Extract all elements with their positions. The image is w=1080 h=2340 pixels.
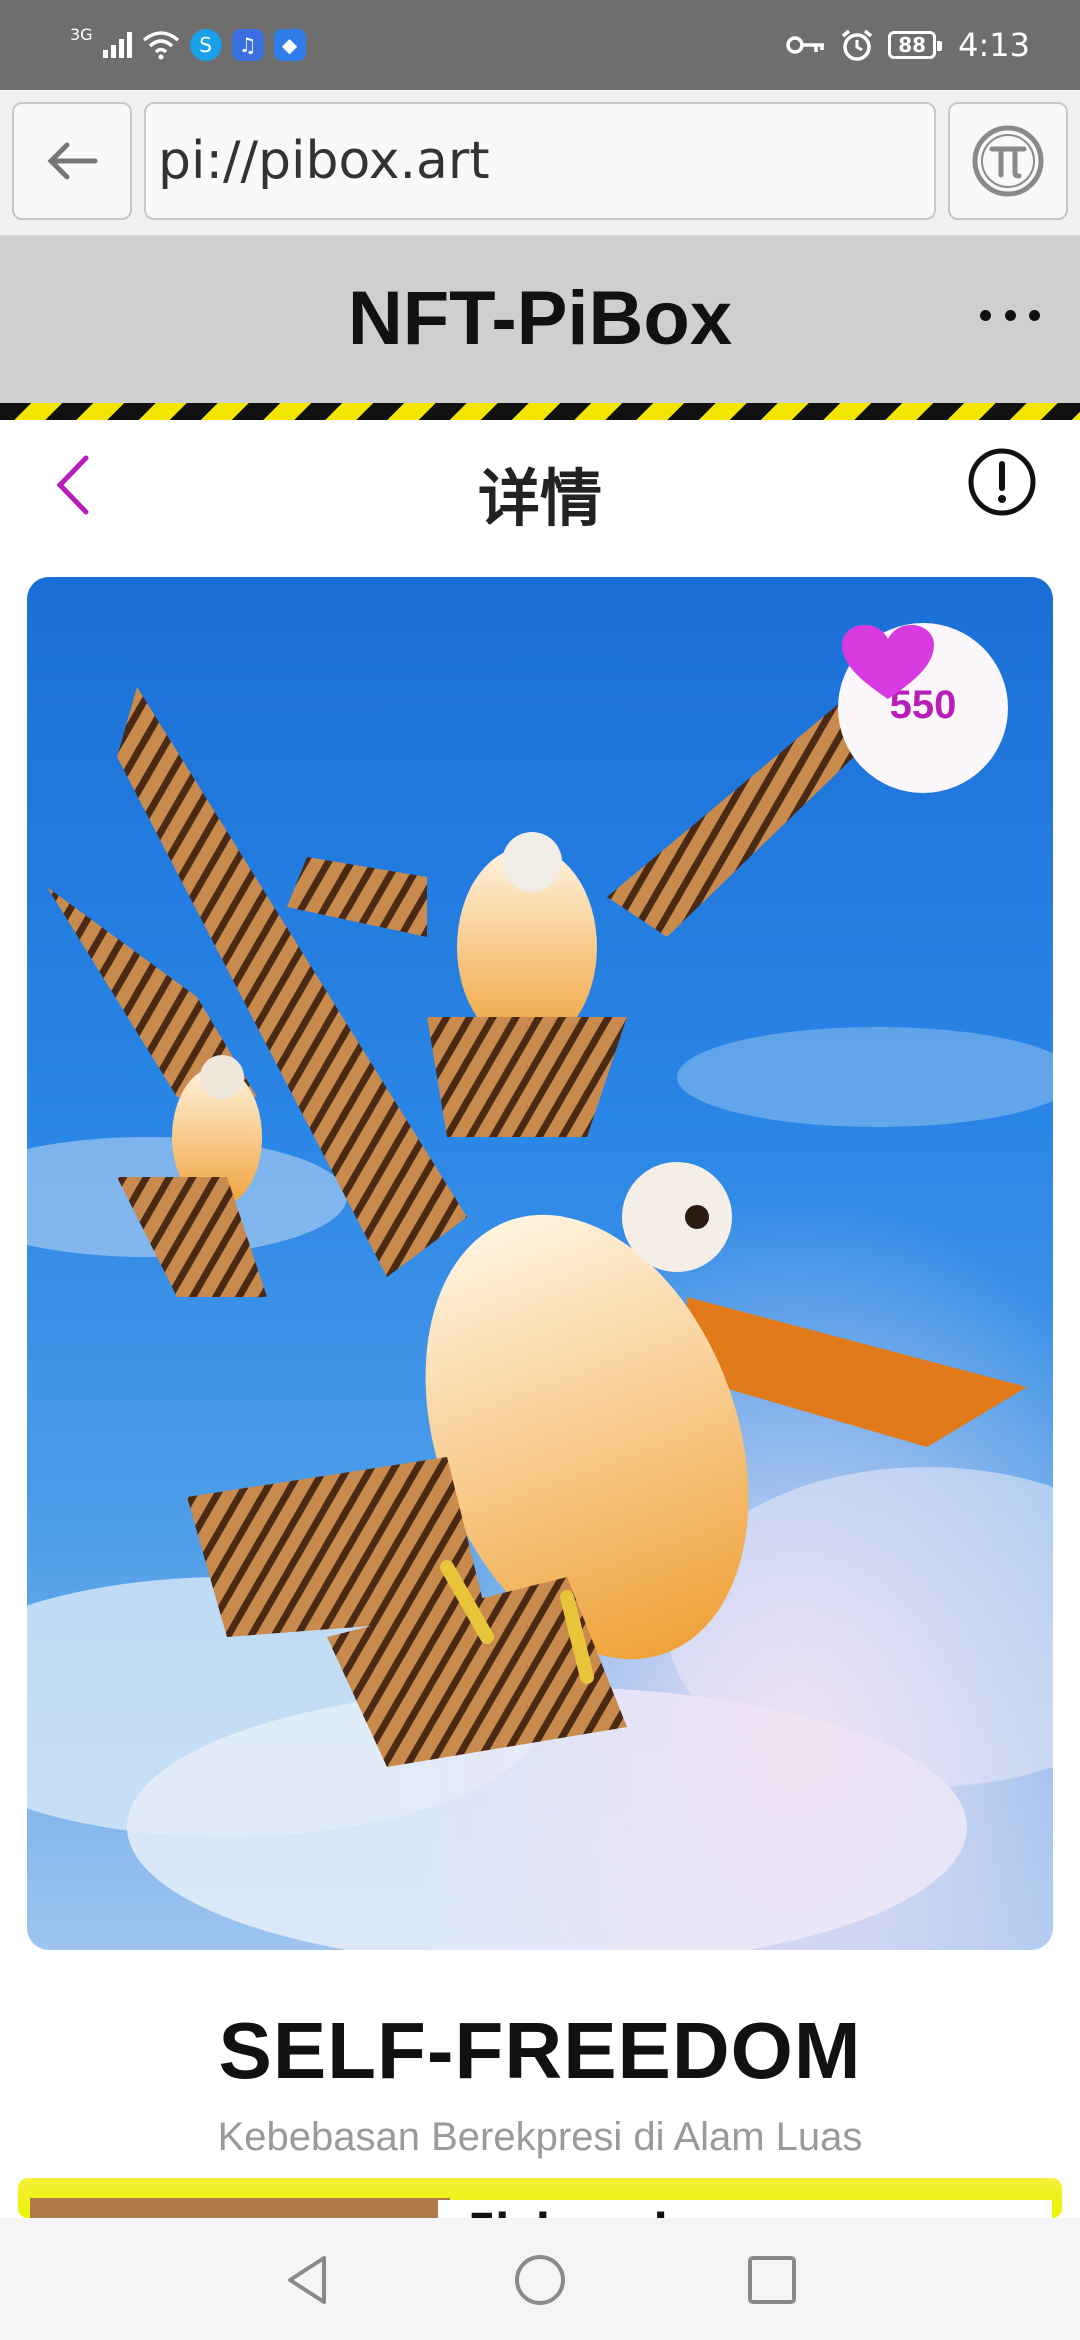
system-back-icon[interactable] — [280, 2252, 336, 2308]
like-button[interactable]: 550 — [838, 623, 1008, 793]
wifi-icon — [142, 31, 179, 60]
alarm-icon — [842, 29, 873, 61]
system-recents-icon[interactable] — [744, 2252, 800, 2308]
dot-icon — [1004, 309, 1016, 321]
hazard-stripe-divider — [0, 403, 1080, 420]
key-icon — [786, 36, 825, 54]
browser-back-button[interactable] — [12, 102, 132, 220]
status-left: 3G S ♫ ◆ — [70, 24, 306, 66]
next-item-card[interactable]: Elaborada — [18, 2178, 1062, 2218]
detail-nav-bar: 详情 — [0, 420, 1080, 560]
system-navigation-bar — [0, 2218, 1080, 2340]
more-options-button[interactable] — [980, 303, 1040, 327]
next-item-thumbnail — [30, 2198, 450, 2218]
status-right: 88 4:13 — [786, 24, 1030, 66]
music-app-icon: ♫ — [231, 29, 264, 61]
battery-icon: 88 — [888, 31, 943, 59]
dot-icon — [980, 309, 991, 321]
clock: 4:13 — [958, 26, 1030, 64]
app-header: NFT-PiBox — [0, 235, 1080, 403]
nft-artwork-image[interactable]: 550 — [27, 577, 1053, 1950]
signal-icon — [102, 32, 132, 58]
nft-title: SELF-FREEDOM — [218, 2006, 862, 2095]
heart-icon — [842, 625, 934, 699]
app-title: NFT-PiBox — [347, 276, 733, 361]
system-home-icon[interactable] — [512, 2252, 568, 2308]
next-item-title: Elaborada — [468, 2206, 694, 2218]
dot-icon — [1029, 309, 1040, 321]
browser-app-icon: ◆ — [273, 29, 306, 61]
app-notification-icon: S — [189, 29, 222, 61]
arrow-left-icon — [47, 142, 98, 180]
pi-logo-icon — [972, 125, 1044, 197]
browser-toolbar: pi://pibox.art — [0, 90, 1080, 235]
url-field[interactable]: pi://pibox.art — [144, 102, 936, 220]
page-title: 详情 — [477, 462, 602, 535]
pi-browser-button[interactable] — [948, 102, 1068, 220]
report-info-icon[interactable] — [966, 446, 1038, 518]
status-bar: 3G S ♫ ◆ 88 4:13 — [0, 0, 1080, 90]
nft-subtitle: Kebebasan Berekpresi di Alam Luas — [217, 2115, 863, 2159]
network-type: 3G — [70, 25, 93, 44]
